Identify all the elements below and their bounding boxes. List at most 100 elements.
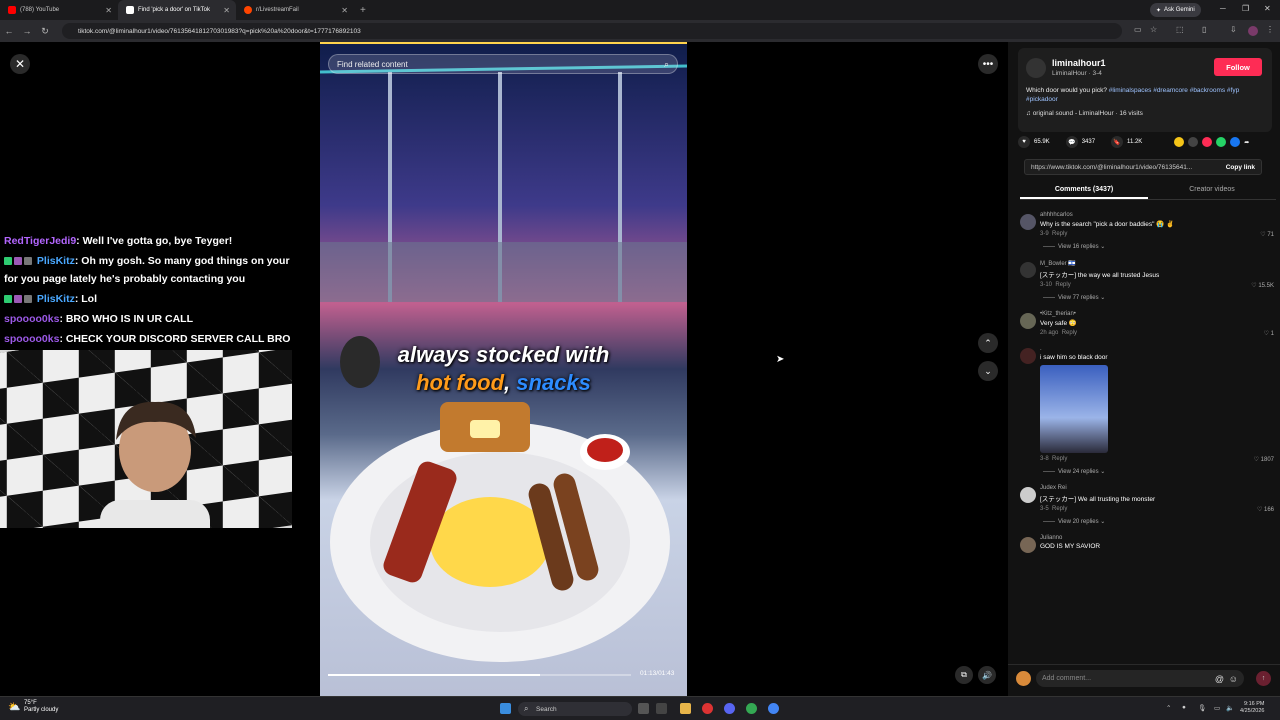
commenter-name[interactable]: ahhhhcarlos (1040, 212, 1276, 218)
heart-icon[interactable]: ♥ (1018, 136, 1030, 148)
commenter-name[interactable]: M_Bowler 🇮🇱 (1040, 260, 1276, 267)
sidebar-icon[interactable]: ▯ (1202, 25, 1206, 34)
hashtag[interactable]: #dreamcore (1153, 87, 1188, 94)
close-tab-icon[interactable]: ✕ (341, 6, 348, 15)
hashtag[interactable]: #fyp (1227, 87, 1239, 94)
reply-button[interactable]: Reply (1052, 231, 1067, 237)
tab-creator-videos[interactable]: Creator videos (1148, 182, 1276, 199)
volume-tray-icon[interactable]: 🔈 (1226, 704, 1234, 712)
task-view-icon[interactable] (638, 703, 649, 714)
forward-icon[interactable]: → (18, 26, 36, 36)
tab-comments[interactable]: Comments (3437) (1020, 182, 1148, 199)
volume-icon[interactable]: 🔊 (978, 666, 996, 684)
chrome-profile-icon[interactable] (768, 703, 779, 714)
tab-youtube[interactable]: (788) YouTube ✕ (0, 0, 118, 20)
reply-button[interactable]: Reply (1052, 456, 1067, 462)
video-progress-bar[interactable] (328, 674, 631, 676)
new-tab-button[interactable]: + (354, 5, 372, 16)
video-player[interactable]: Find related content ⌕ always stocked wi… (320, 42, 687, 696)
commenter-avatar[interactable] (1020, 537, 1036, 553)
app-icon[interactable] (702, 703, 713, 714)
file-explorer-icon[interactable] (680, 703, 691, 714)
view-replies-button[interactable]: View 16 replies ⌄ (1040, 243, 1276, 250)
url-bar[interactable]: tiktok.com/@liminalhour1/video/761356418… (62, 23, 1122, 39)
view-replies-button[interactable]: View 20 replies ⌄ (1040, 518, 1276, 525)
follow-button[interactable]: Follow (1214, 58, 1262, 76)
emoji-icon[interactable]: ☺ (1229, 674, 1238, 684)
search-icon[interactable]: ⌕ (664, 59, 669, 70)
add-comment-input[interactable]: Add comment... @ ☺ (1036, 670, 1244, 687)
chrome-icon[interactable] (746, 703, 757, 714)
related-search-input[interactable]: Find related content ⌕ (328, 54, 678, 74)
tab-reddit[interactable]: r/LivestreamFail ✕ (236, 0, 354, 20)
close-video-button[interactable]: ✕ (10, 54, 30, 74)
more-options-icon[interactable]: ••• (978, 54, 998, 74)
commenter-name[interactable]: Judex Rei (1040, 485, 1276, 491)
commenter-avatar[interactable] (1020, 214, 1036, 230)
comment-likes[interactable]: ♡ 15.5K (1251, 282, 1274, 289)
commenter-name[interactable]: . (1040, 346, 1276, 352)
minimize-icon[interactable]: ─ (1220, 4, 1226, 13)
embed-icon[interactable] (1188, 137, 1199, 147)
back-icon[interactable]: ← (0, 26, 18, 36)
share-link-box[interactable]: https://www.tiktok.com/@liminalhour1/vid… (1024, 159, 1262, 175)
hashtag[interactable]: #backrooms (1190, 87, 1225, 94)
cast-icon[interactable]: ▭ (1134, 25, 1142, 34)
whatsapp-icon[interactable] (1216, 137, 1227, 147)
comment-likes[interactable]: ♡ 1 (1264, 330, 1274, 337)
bookmark-icon[interactable]: 🔖 (1111, 136, 1124, 148)
reload-icon[interactable]: ↻ (36, 26, 54, 37)
close-tab-icon[interactable]: ✕ (223, 6, 230, 15)
tray-app-icon[interactable]: ● (1182, 704, 1186, 711)
comment-likes[interactable]: ♡ 166 (1257, 506, 1274, 513)
commenter-avatar[interactable] (1020, 313, 1036, 329)
comment-likes[interactable]: ♡ 71 (1260, 231, 1274, 238)
send-comment-button[interactable]: ↑ (1256, 671, 1271, 686)
close-window-icon[interactable]: ✕ (1264, 4, 1271, 13)
user-avatar[interactable] (1016, 671, 1031, 686)
ask-gemini-button[interactable]: ✦ Ask Gemini (1150, 3, 1201, 17)
sound-info[interactable]: ♫ original sound - LiminalHour · 16 visi… (1026, 110, 1143, 117)
menu-icon[interactable]: ⋮ (1266, 25, 1274, 34)
creator-avatar[interactable] (1026, 58, 1046, 78)
maximize-icon[interactable]: ❐ (1242, 4, 1249, 13)
close-tab-icon[interactable]: ✕ (105, 6, 112, 15)
commenter-name[interactable]: Julianno (1040, 535, 1276, 541)
profile-avatar[interactable] (1248, 26, 1258, 36)
system-clock[interactable]: 9:16 PM 4/25/2026 (1240, 701, 1264, 715)
mic-icon[interactable]: 🎙 (1198, 704, 1206, 712)
commenter-avatar[interactable] (1020, 348, 1036, 364)
creator-username[interactable]: liminalhour1 (1052, 58, 1106, 68)
reply-button[interactable]: Reply (1052, 506, 1067, 512)
previous-video-icon[interactable]: ⌃ (978, 333, 998, 353)
miniplayer-icon[interactable]: ⧉ (955, 666, 973, 684)
extensions-icon[interactable]: ⬚ (1176, 25, 1184, 34)
hashtag[interactable]: #liminalspaces (1109, 87, 1152, 94)
taskbar-search[interactable]: ⌕ Search (518, 702, 632, 716)
facebook-icon[interactable] (1230, 137, 1241, 147)
weather-widget[interactable]: 75°F Partly cloudy (24, 700, 58, 714)
discord-icon[interactable] (724, 703, 735, 714)
commenter-avatar[interactable] (1020, 262, 1036, 278)
network-icon[interactable]: ▭ (1214, 704, 1220, 712)
reply-button[interactable]: Reply (1062, 330, 1077, 336)
commenter-avatar[interactable] (1020, 487, 1036, 503)
bookmark-star-icon[interactable]: ☆ (1150, 25, 1157, 34)
widgets-icon[interactable] (656, 703, 667, 714)
send-icon[interactable] (1202, 137, 1213, 147)
share-arrow-icon[interactable]: ➦ (1244, 139, 1249, 146)
start-menu-icon[interactable] (500, 703, 511, 714)
commenter-name[interactable]: •Kitz_therian• (1040, 311, 1276, 317)
comment-likes[interactable]: ♡ 1807 (1254, 456, 1274, 463)
view-replies-button[interactable]: View 77 replies ⌄ (1040, 294, 1276, 301)
comment-icon[interactable]: 💬 (1065, 136, 1078, 148)
next-video-icon[interactable]: ⌄ (978, 361, 998, 381)
comment-image[interactable] (1040, 365, 1108, 453)
hashtag[interactable]: #pickadoor (1026, 96, 1058, 103)
repost-icon[interactable] (1174, 137, 1185, 147)
reply-button[interactable]: Reply (1055, 282, 1070, 288)
tray-chevron-icon[interactable]: ⌃ (1166, 704, 1171, 712)
downloads-icon[interactable]: ⇩ (1230, 25, 1237, 34)
view-replies-button[interactable]: View 24 replies ⌄ (1040, 468, 1276, 475)
copy-link-button[interactable]: Copy link (1226, 164, 1255, 171)
